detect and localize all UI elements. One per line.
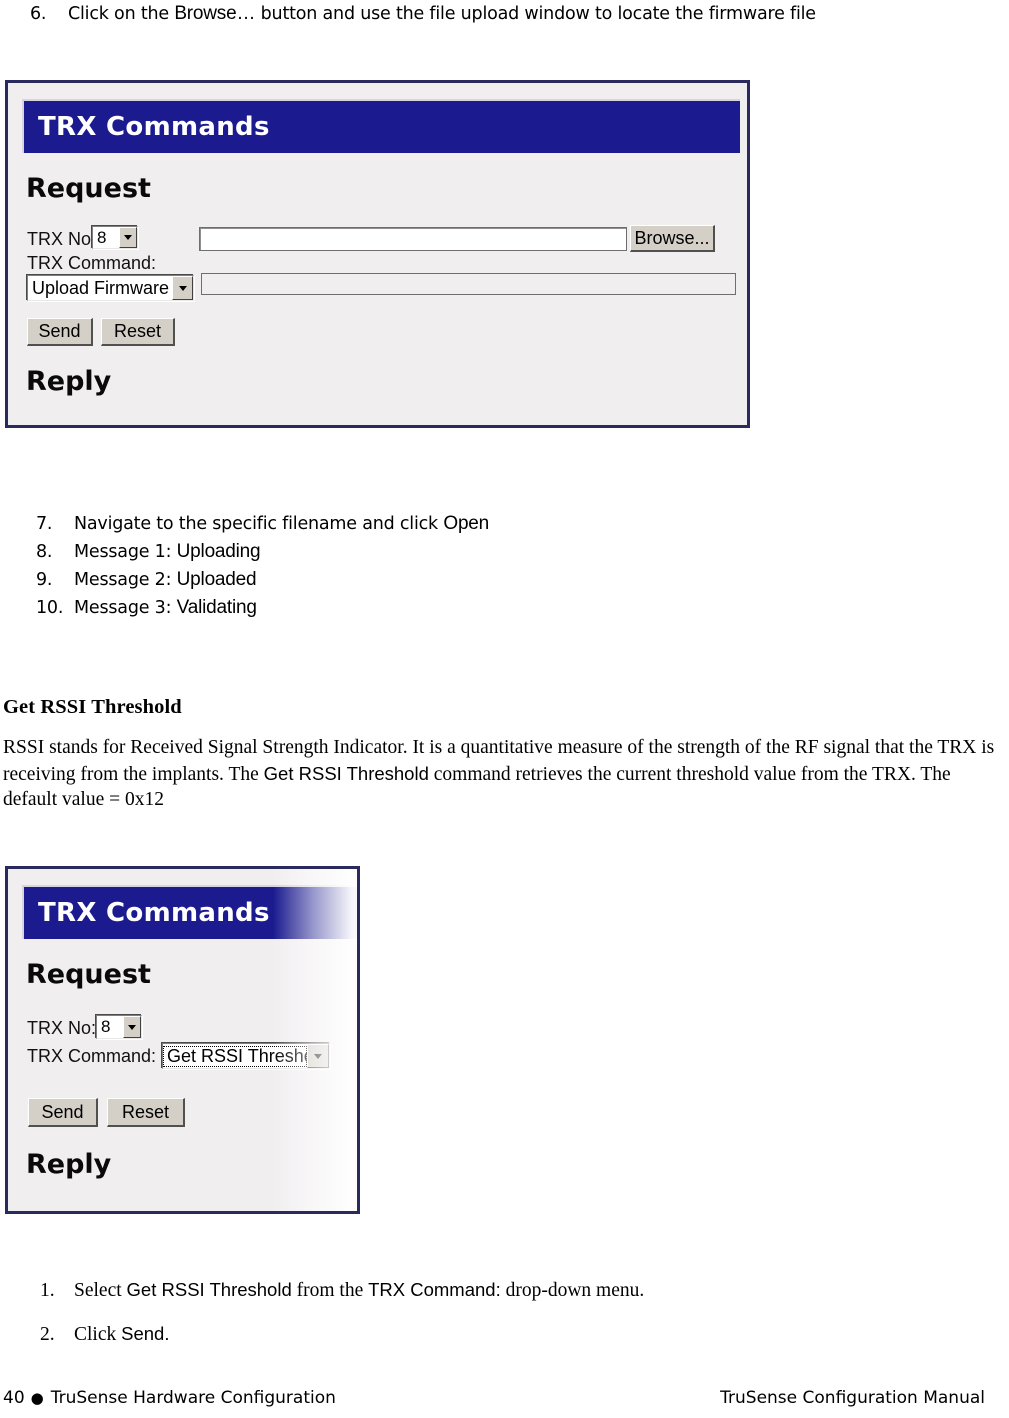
rssi-steps-list: 1. Select Get RSSI Threshold from the TR… [40, 1268, 644, 1356]
footer-page-number: 40 [3, 1388, 25, 1408]
trx-command-label: TRX Command: [27, 1046, 157, 1066]
trx-command-value: Get RSSI Threshold [163, 1045, 307, 1067]
reset-button[interactable]: Reset [107, 1098, 185, 1127]
step-text: Message 2: Uploaded [74, 566, 257, 594]
trx-no-label: TRX No: [27, 1018, 97, 1038]
trx-command-select[interactable]: Upload Firmware [27, 275, 194, 301]
step-text-mid: from the [291, 1280, 369, 1301]
chevron-down-icon[interactable] [307, 1044, 329, 1068]
page-footer: 40 ● TruSense Hardware Configuration TruSe… [0, 1388, 1009, 1418]
ui-term-trx-command: TRX Command: [368, 1279, 501, 1300]
step-number: 1. [40, 1280, 55, 1301]
request-heading: Request [26, 173, 151, 204]
ui-term-get-rssi-threshold: Get RSSI Threshold [263, 762, 429, 784]
chevron-down-icon[interactable] [123, 1016, 141, 1038]
step-text-pre: Navigate to the specific filename and cl… [74, 514, 444, 534]
send-button-label: Send [38, 321, 81, 341]
step-text-post: button and use the file upload window to… [255, 4, 816, 24]
step-text-pre: Click on the [68, 4, 175, 24]
ui-term-get-rssi-threshold: Get RSSI Threshold [126, 1279, 292, 1300]
step-text: Message 1: Uploading [74, 538, 261, 566]
trx-commands-titlebar: TRX Commands [22, 99, 740, 153]
step-text-pre: Message 2: [74, 570, 177, 590]
chevron-down-icon[interactable] [172, 276, 193, 300]
ui-term-send: Send. [121, 1323, 170, 1344]
upload-steps-list: 7. Navigate to the specific filename and… [36, 510, 489, 622]
step-text-pre: Message 3: [74, 598, 177, 618]
trx-no-value: 8 [101, 1017, 111, 1036]
list-item: 10. Message 3: Validating [36, 594, 489, 622]
step-text: Message 3: Validating [74, 594, 257, 622]
step-number: 10. [36, 598, 64, 618]
step-text: Click Send. [74, 1312, 169, 1356]
browse-button[interactable]: Browse... [630, 225, 715, 252]
step-text: Select Get RSSI Threshold from the TRX C… [74, 1268, 644, 1312]
ui-term-browse: Browse… [174, 3, 256, 24]
footer-right: TruSense Configuration Manual [720, 1388, 985, 1408]
step-number: 6. [30, 4, 47, 24]
titlebar-label: TRX Commands [38, 112, 270, 142]
ui-term-open: Open [443, 513, 490, 534]
reply-heading: Reply [26, 366, 112, 397]
step-number: 8. [36, 542, 53, 562]
send-button[interactable]: Send [27, 318, 93, 346]
list-item: 1. Select Get RSSI Threshold from the TR… [40, 1268, 644, 1312]
step-text: Navigate to the specific filename and cl… [74, 510, 489, 538]
footer-left: 40 ● TruSense Hardware Configuration [3, 1388, 336, 1408]
trx-command-label: TRX Command: [27, 253, 157, 273]
footer-section-name: TruSense Hardware Configuration [50, 1388, 336, 1408]
trx-command-value: Upload Firmware [32, 277, 170, 298]
trx-command-select[interactable]: Get RSSI Threshold [162, 1043, 330, 1069]
screenshot-trx-commands-get-rssi-threshold: TRX Commands Request TRX No: 8 TRX Comma… [5, 866, 360, 1214]
reset-button-label: Reset [121, 1101, 170, 1122]
list-item: 8. Message 1: Uploading [36, 538, 489, 566]
step-text-pre: Message 1: [74, 542, 177, 562]
ui-term-validating: Validating [176, 597, 257, 618]
trx-no-select[interactable]: 8 [92, 226, 138, 249]
browse-button-label: Browse... [634, 227, 710, 248]
reply-heading: Reply [26, 1149, 112, 1180]
step-6-instruction: 6. Click on the Browse… button and use t… [30, 3, 816, 25]
list-item: 6. Click on the Browse… button and use t… [30, 3, 816, 25]
step-text-pre: Select [74, 1280, 127, 1301]
step-text: Click on the Browse… button and use the … [68, 3, 816, 25]
rssi-description-paragraph: RSSI stands for Received Signal Strength… [3, 735, 1009, 813]
send-button-label: Send [41, 1101, 84, 1122]
ui-term-uploading: Uploading [176, 541, 261, 562]
list-item: 2. Click Send. [40, 1312, 644, 1356]
request-heading: Request [26, 959, 151, 990]
trx-no-select[interactable]: 8 [96, 1015, 142, 1039]
trx-commands-titlebar: TRX Commands [22, 885, 357, 939]
list-item: 7. Navigate to the specific filename and… [36, 510, 489, 538]
reset-button[interactable]: Reset [101, 318, 175, 346]
step-number: 2. [40, 1324, 55, 1345]
firmware-file-path-input[interactable] [199, 227, 627, 251]
secondary-readonly-input [201, 273, 736, 295]
step-number: 9. [36, 570, 53, 590]
screenshot-trx-commands-upload-firmware: TRX Commands Request TRX No: 8 TRX Comma… [5, 80, 750, 428]
step-number: 7. [36, 514, 53, 534]
step-text-pre: Click [74, 1324, 122, 1345]
chevron-down-icon[interactable] [119, 227, 137, 248]
trx-no-value: 8 [97, 227, 107, 247]
reset-button-label: Reset [113, 321, 162, 341]
page-section-heading: Get RSSI Threshold [3, 696, 182, 718]
list-item: 9. Message 2: Uploaded [36, 566, 489, 594]
titlebar-label: TRX Commands [38, 898, 270, 928]
bullet-icon: ● [30, 1389, 44, 1407]
send-button[interactable]: Send [28, 1098, 98, 1127]
step-text-post: drop-down menu. [500, 1280, 645, 1301]
ui-term-uploaded: Uploaded [176, 569, 257, 590]
trx-no-label: TRX No: [27, 229, 97, 249]
